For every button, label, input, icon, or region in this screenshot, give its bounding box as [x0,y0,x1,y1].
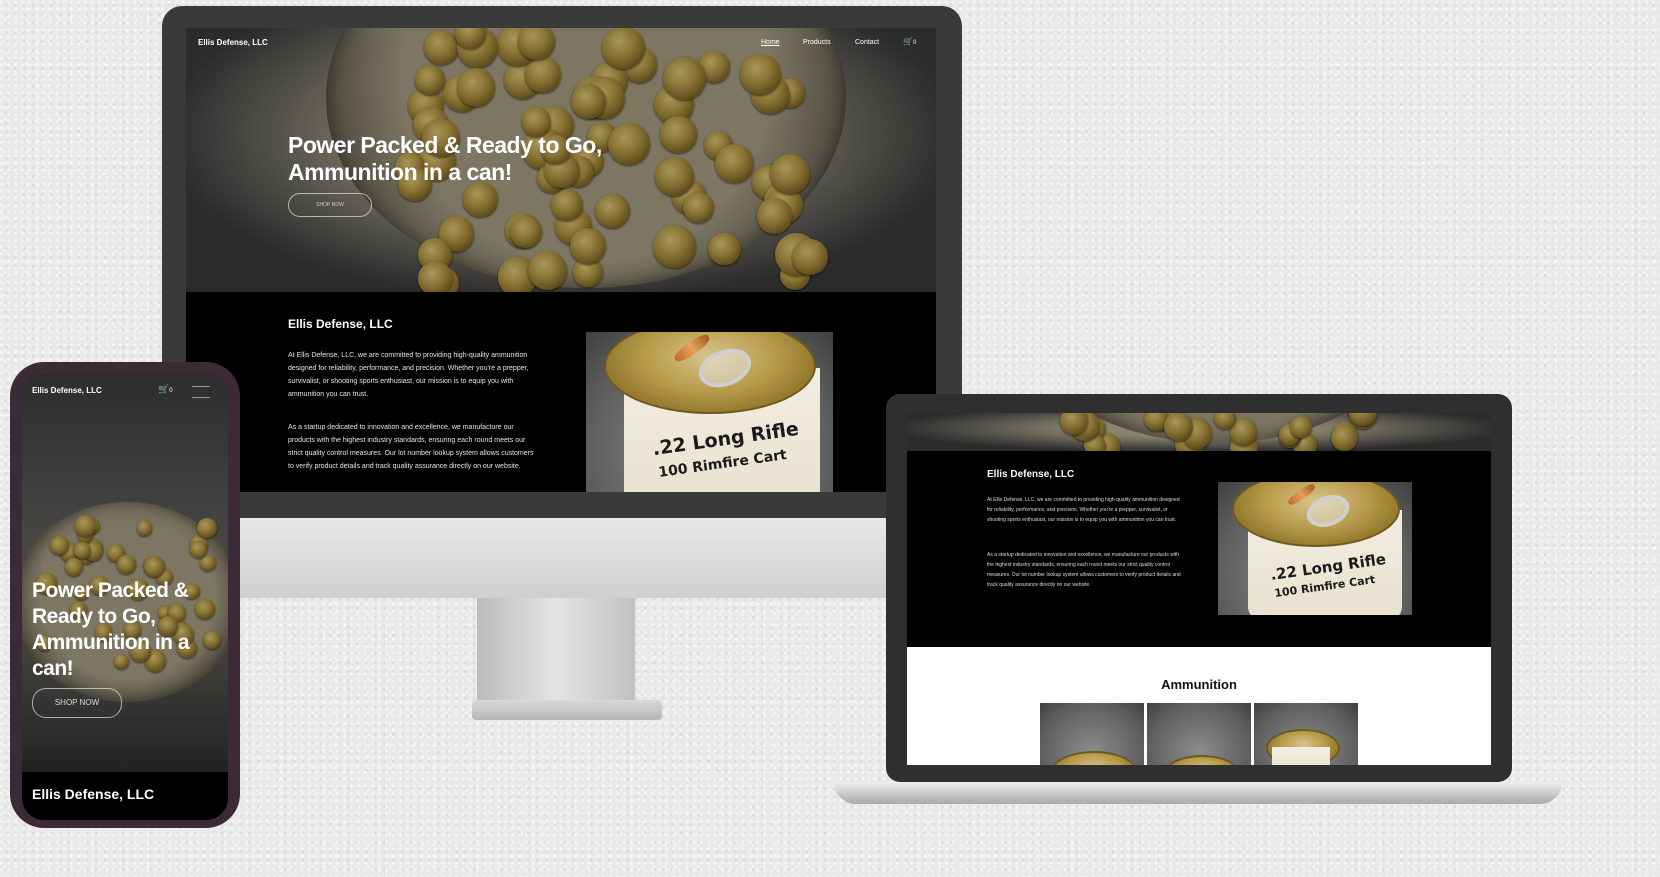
desktop-screen: Ellis Defense, LLC Home Products Contact… [186,28,936,492]
phone-site-logo[interactable]: Ellis Defense, LLC [32,386,102,395]
cart-icon: 🛒 [903,37,913,46]
hero-title: Power Packed & Ready to Go, Ammunition i… [288,132,602,186]
ammunition-heading: Ammunition [1161,677,1237,692]
desktop-monitor-chin [162,518,962,598]
about-paragraph-1: At Ellis Defense, LLC, we are committed … [288,352,529,398]
phone-footer-brand: Ellis Defense, LLC [32,786,155,802]
desktop-monitor-base [472,700,662,720]
site-logo[interactable]: Ellis Defense, LLC [198,38,268,47]
hero-title-line-2: Ammunition in a can! [288,159,512,185]
phone-screen: Ellis Defense, LLC 🛒0 Power Packed & Rea… [22,374,228,820]
laptop-base [834,782,1562,804]
product-thumbnail-2[interactable] [1147,703,1251,765]
ammo-can-image: .22 Long Rifle 100 Rimfire Cart [586,332,833,492]
laptop-screen: Ellis Defense, LLC At Ellis Defense, LLC… [907,413,1491,765]
about-paragraph-2: As a startup dedicated to innovation and… [288,424,534,470]
shop-now-button[interactable]: SHOP NOW [288,193,372,217]
laptop-hero-strip [907,413,1491,451]
about-heading: Ellis Defense, LLC [288,317,393,331]
nav-contact[interactable]: Contact [855,39,879,46]
product-thumbnail-3[interactable] [1254,703,1358,765]
laptop-about-paragraph-2: As a startup dedicated to innovation and… [987,552,1181,588]
laptop-about-heading: Ellis Defense, LLC [987,469,1075,480]
phone-shop-now-button[interactable]: SHOP NOW [32,688,122,718]
phone-hero-title: Power Packed & Ready to Go, Ammunition i… [32,579,190,680]
phone-cart-count: 0 [169,388,173,394]
product-thumbnail-1[interactable] [1040,703,1144,765]
laptop-ammo-can-image: .22 Long Rifle 100 Rimfire Cart [1218,482,1412,615]
hamburger-menu-icon[interactable] [192,386,210,398]
cart-count: 0 [912,40,917,46]
hero-title-line-1: Power Packed & Ready to Go, [288,132,602,158]
phone-cart-button[interactable]: 🛒0 [158,384,173,395]
nav-home[interactable]: Home [761,39,780,46]
nav-products[interactable]: Products [803,39,831,46]
phone-cart-icon: 🛒 [158,384,170,394]
cart-button[interactable]: 🛒0 [903,37,916,46]
desktop-monitor-stand [477,598,635,708]
laptop-about-paragraph-1: At Ellis Defense, LLC, we are committed … [987,497,1180,523]
